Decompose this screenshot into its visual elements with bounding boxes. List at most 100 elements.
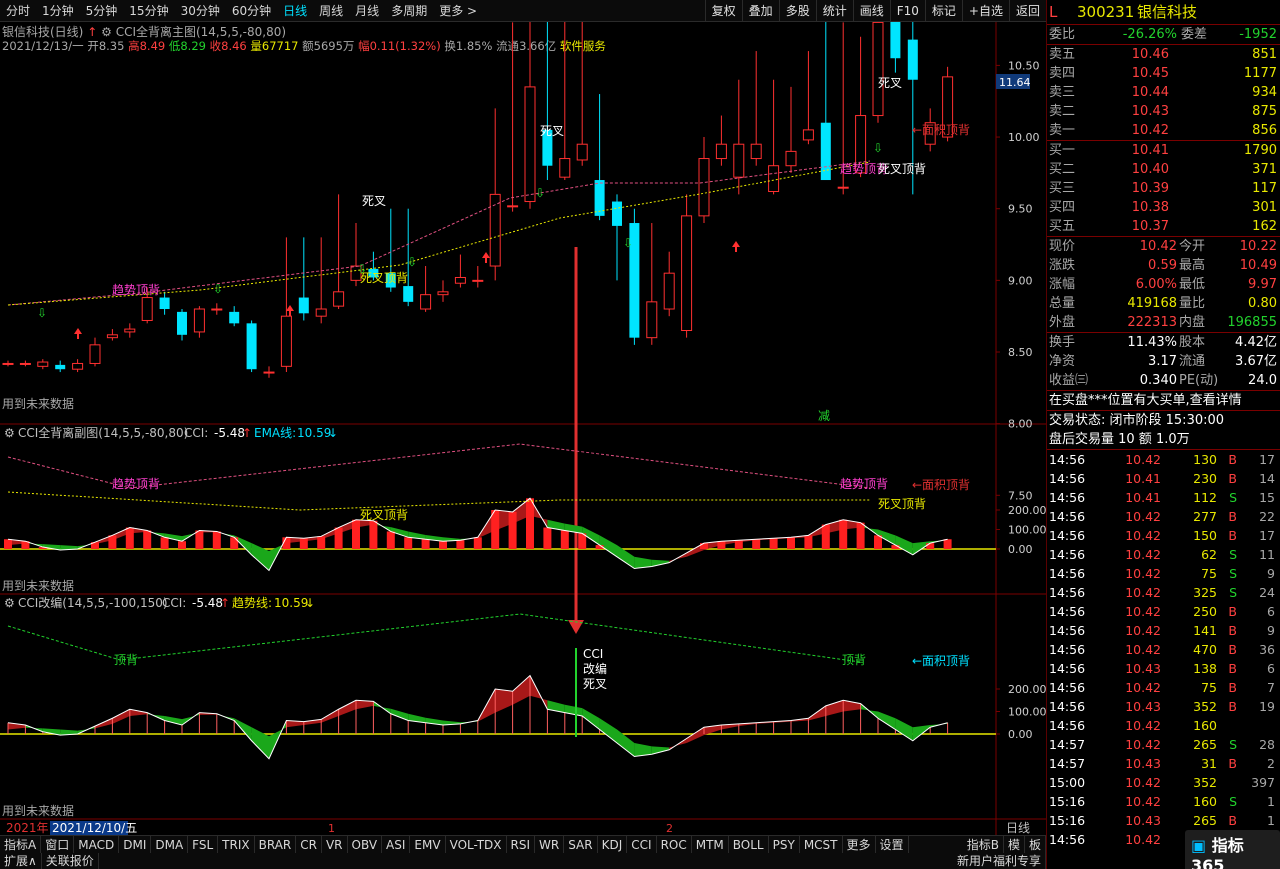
tab-daily[interactable]: 日线	[277, 0, 313, 22]
tick-volume: 160	[1193, 718, 1217, 733]
overlay-button[interactable]: 叠加	[741, 0, 779, 22]
tab-30min[interactable]: 30分钟	[175, 0, 226, 22]
more-indicators-tab[interactable]: 更多	[843, 836, 876, 854]
psy-tab[interactable]: PSY	[769, 836, 800, 854]
emv-tab[interactable]: EMV	[410, 836, 446, 854]
bid-level-label: 买五	[1049, 219, 1076, 234]
tick-time: 15:16	[1049, 794, 1086, 809]
cci-tab[interactable]: CCI	[627, 836, 657, 854]
rsi-tab[interactable]: RSI	[507, 836, 536, 854]
mark-button[interactable]: 标记	[924, 0, 962, 22]
ask-row: 卖一 10.42 856	[1047, 121, 1280, 140]
obv-tab[interactable]: OBV	[348, 836, 383, 854]
tab-monthly[interactable]: 月线	[349, 0, 385, 22]
tick-time: 14:56	[1049, 471, 1086, 486]
future-data-note-sub2: 用到未来数据	[2, 803, 74, 818]
bid-row: 买四 10.38 301	[1047, 198, 1280, 217]
new-user-benefit-link[interactable]: 新用户福利专享	[953, 853, 1046, 869]
roc-tab[interactable]: ROC	[657, 836, 692, 854]
statistics-button[interactable]: 统计	[815, 0, 853, 22]
tab-fenshi[interactable]: 分时	[0, 0, 36, 22]
bid-volume: 371	[1252, 162, 1277, 177]
back-button[interactable]: 返回	[1008, 0, 1046, 22]
board-tab[interactable]: 板	[1025, 836, 1046, 854]
candle-body	[315, 308, 327, 317]
candle-body	[454, 276, 466, 284]
tick-time: 14:56	[1047, 849, 1093, 850]
settings-tab[interactable]: 设置	[876, 836, 909, 854]
macd-tab[interactable]: MACD	[74, 836, 120, 854]
tick-price: 10.42	[1125, 832, 1161, 847]
candle-body	[802, 129, 814, 141]
tab-60min[interactable]: 60分钟	[226, 0, 277, 22]
tab-5min[interactable]: 5分钟	[80, 0, 124, 22]
tick-row: 15:16 10.43 265 B 1	[1047, 811, 1280, 830]
sub1-down-arrow-icon: ↓	[328, 426, 338, 440]
tick-row: 14:56 10.43 138 B 6	[1047, 659, 1280, 678]
multi-stock-button[interactable]: 多股	[778, 0, 816, 22]
tab-weekly[interactable]: 周线	[313, 0, 349, 22]
tab-more[interactable]: 更多 >	[433, 0, 483, 22]
chart-canvas[interactable]: 11.64 12.0011.5011.0010.5010.009.509.008…	[0, 22, 1046, 835]
tick-count: 9	[1267, 623, 1275, 638]
brar-tab[interactable]: BRAR	[255, 836, 297, 854]
indicator-b-tab[interactable]: 指标B	[963, 836, 1004, 854]
boll-tab[interactable]: BOLL	[729, 836, 769, 854]
tab-1min[interactable]: 1分钟	[36, 0, 80, 22]
dmi-tab[interactable]: DMI	[119, 836, 152, 854]
tick-time: 14:56	[1049, 623, 1086, 638]
mtm-tab[interactable]: MTM	[692, 836, 729, 854]
gear-icon-sub1[interactable]: ⚙	[4, 426, 15, 440]
sub2-indicator-name[interactable]: CCI改编(14,5,5,-100,150)	[18, 595, 168, 610]
big-order-notice[interactable]: 在买盘***位置有大买单,查看详情	[1047, 391, 1280, 410]
asi-tab[interactable]: ASI	[382, 836, 411, 854]
tick-direction: B	[1228, 471, 1237, 486]
tab-15min[interactable]: 15分钟	[123, 0, 174, 22]
sub1-indicator-name[interactable]: CCI全背离副图(14,5,5,-80,80)	[18, 425, 188, 440]
period-label[interactable]: 日线	[1006, 821, 1030, 835]
tick-price: 10.43	[1125, 661, 1161, 676]
sub1-header: ⚙ CCI全背离副图(14,5,5,-80,80) CCI: -5.48 ↑ E…	[4, 425, 338, 440]
candle-body	[159, 297, 170, 310]
trix-tab[interactable]: TRIX	[218, 836, 255, 854]
candle-body	[89, 344, 101, 364]
template-tab[interactable]: 模	[1004, 836, 1025, 854]
gear-icon-sub2[interactable]: ⚙	[4, 596, 15, 610]
tick-volume: 352	[1193, 699, 1217, 714]
wr-tab[interactable]: WR	[535, 836, 565, 854]
stat-value: 419168	[1127, 296, 1177, 311]
dma-tab[interactable]: DMA	[151, 836, 189, 854]
ask-price: 10.43	[1131, 104, 1169, 119]
fsl-tab[interactable]: FSL	[188, 836, 219, 854]
order-diff-label: 委差	[1181, 27, 1208, 42]
window-tab[interactable]: 窗口	[41, 836, 75, 854]
cr-tab[interactable]: CR	[296, 836, 322, 854]
bid-price: 10.37	[1131, 219, 1169, 234]
indicator-a-tab[interactable]: 指标A	[0, 836, 42, 854]
sell-arrow-icon: ⇩	[213, 282, 223, 296]
ask-volume: 856	[1252, 123, 1277, 138]
kdj-tab[interactable]: KDJ	[598, 836, 628, 854]
ask-level-label: 卖二	[1049, 104, 1076, 119]
mcst-tab[interactable]: MCST	[800, 836, 843, 854]
cci-bar	[560, 530, 569, 549]
related-quotes-button[interactable]: 关联报价	[42, 853, 99, 869]
tick-volume: 141	[1193, 623, 1217, 638]
tick-price: 10.42	[1125, 528, 1161, 543]
expand-button[interactable]: 扩展∧	[0, 853, 42, 869]
vr-tab[interactable]: VR	[322, 836, 348, 854]
vol-tdx-tab[interactable]: VOL-TDX	[446, 836, 507, 854]
sar-tab[interactable]: SAR	[564, 836, 598, 854]
restore-rights-button[interactable]: 复权	[704, 0, 742, 22]
add-watchlist-button[interactable]: +自选	[961, 0, 1009, 22]
tab-multi-period[interactable]: 多周期	[385, 0, 433, 22]
tick-count: 24	[1259, 585, 1275, 600]
cci-fill	[495, 689, 513, 713]
draw-line-button[interactable]: 画线	[852, 0, 890, 22]
tick-list[interactable]: 14:56 10.42 130 B 17 14:56 10.41 230 B 14 14:56 10.…	[1047, 450, 1280, 850]
f10-button[interactable]: F10	[889, 0, 925, 22]
tick-price: 10.42	[1125, 794, 1161, 809]
y-tick-label: 0.00	[1008, 543, 1033, 556]
tick-row: 14:57 10.43 31 B 2	[1047, 754, 1280, 773]
cci-bar	[404, 537, 413, 549]
